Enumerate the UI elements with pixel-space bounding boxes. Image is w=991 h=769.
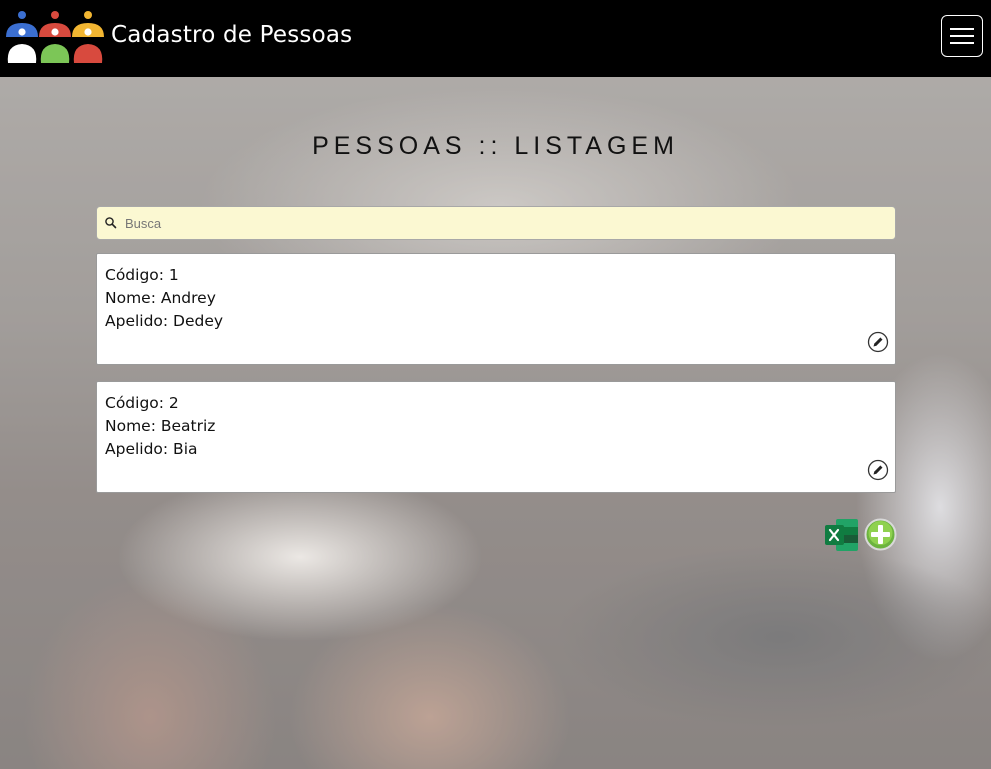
person-nome: Nome: Andrey <box>105 289 216 307</box>
menu-bar <box>950 35 974 37</box>
search-icon <box>105 217 117 229</box>
menu-bar <box>950 42 974 44</box>
search-input[interactable] <box>125 208 885 238</box>
menu-bar <box>950 28 974 30</box>
navbar: Cadastro de Pessoas <box>0 0 991 77</box>
person-codigo: Código: 2 <box>105 394 179 412</box>
edit-pencil-icon[interactable] <box>867 459 889 481</box>
hamburger-menu-button[interactable] <box>941 15 983 57</box>
person-apelido: Apelido: Dedey <box>105 312 224 330</box>
person-card: Código: 1 Nome: Andrey Apelido: Dedey <box>96 253 896 365</box>
person-nome: Nome: Beatriz <box>105 417 216 435</box>
page-title: PESSOAS :: LISTAGEM <box>312 132 679 160</box>
person-codigo: Código: 1 <box>105 266 179 284</box>
person-card: Código: 2 Nome: Beatriz Apelido: Bia <box>96 381 896 493</box>
edit-pencil-icon[interactable] <box>867 331 889 353</box>
search-box <box>96 206 896 240</box>
people-group-logo[interactable] <box>5 7 107 65</box>
app-title[interactable]: Cadastro de Pessoas <box>111 22 352 48</box>
excel-export-icon[interactable] <box>824 518 860 552</box>
add-plus-icon[interactable] <box>864 518 897 551</box>
person-apelido: Apelido: Bia <box>105 440 198 458</box>
